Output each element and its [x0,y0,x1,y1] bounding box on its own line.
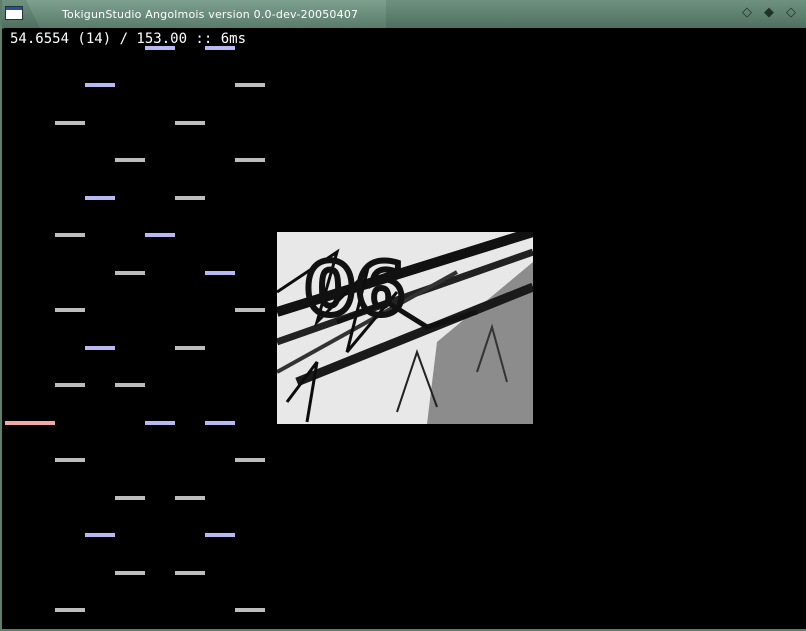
note [175,196,205,200]
note [235,308,265,312]
note [115,158,145,162]
note [175,121,205,125]
note [55,458,85,462]
note [205,46,235,50]
note [175,571,205,575]
note [205,533,235,537]
note [85,83,115,87]
note [235,458,265,462]
playfield[interactable]: 54.6554 (14) / 153.00 :: 6ms 06 [4,28,806,629]
note [175,346,205,350]
note [235,83,265,87]
note [235,158,265,162]
note [55,233,85,237]
note [115,271,145,275]
hud-status: 54.6554 (14) / 153.00 :: 6ms [10,31,247,47]
window-title: TokigunStudio Angolmois version 0.0-dev-… [62,8,359,21]
note [205,271,235,275]
note [115,571,145,575]
note-scratch [5,421,55,425]
bga-overlay-number: 06 [305,247,405,331]
close-icon[interactable]: ◇ [783,5,799,21]
bga-image: 06 [277,232,533,424]
note [55,308,85,312]
bga-artwork: 06 [277,232,533,424]
note [205,421,235,425]
note [235,608,265,612]
note [55,121,85,125]
note [115,496,145,500]
minimize-icon[interactable]: ◇ [739,5,755,21]
note [85,533,115,537]
note [145,421,175,425]
note [115,383,145,387]
game-window: TokigunStudio Angolmois version 0.0-dev-… [0,0,806,631]
note [175,496,205,500]
note [85,346,115,350]
note [55,608,85,612]
window-app-icon[interactable] [5,6,23,20]
note [145,233,175,237]
note [55,383,85,387]
note [145,46,175,50]
title-bar[interactable]: TokigunStudio Angolmois version 0.0-dev-… [2,0,806,29]
note [85,196,115,200]
maximize-icon[interactable]: ◆ [761,5,777,21]
